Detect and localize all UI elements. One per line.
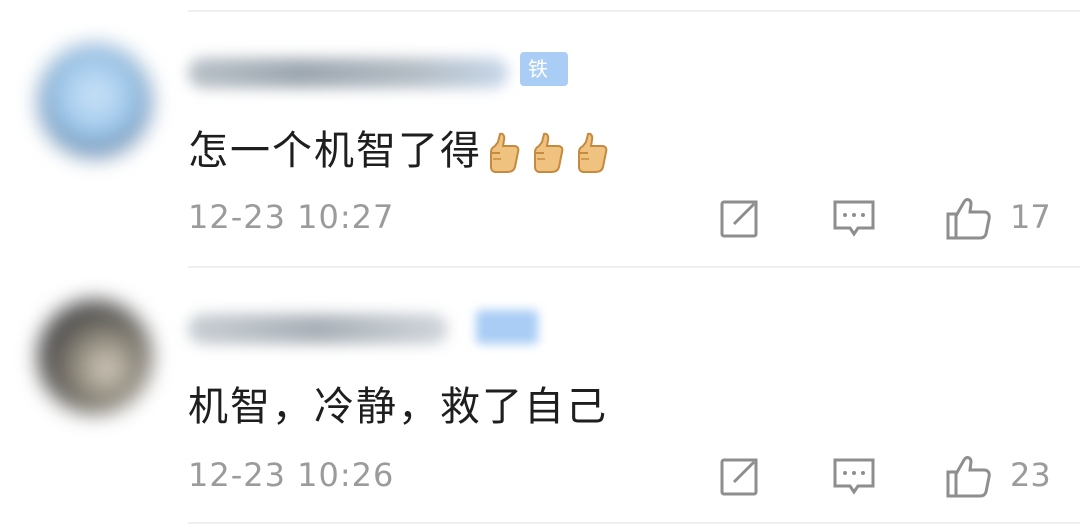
comment-text-content: 怎一个机智了得 (188, 128, 482, 174)
thumbs-up-emoji-icon (490, 132, 520, 173)
thumbs-up-emoji-icon (578, 132, 608, 173)
thumbs-up-icon[interactable] (944, 452, 992, 500)
bottom-divider (188, 522, 1080, 524)
emoji-row (486, 132, 610, 174)
share-icon[interactable] (718, 454, 762, 498)
share-icon[interactable] (718, 196, 762, 240)
fan-badge: 铁粉 (520, 52, 568, 115)
comment-time: 12-23 10:26 (188, 456, 395, 494)
comment-time: 12-23 10:27 (188, 198, 395, 236)
username-blurred[interactable] (188, 58, 508, 88)
fan-badge (476, 310, 538, 344)
top-divider (188, 10, 1080, 12)
comment-divider (188, 266, 1080, 268)
avatar[interactable] (38, 300, 152, 414)
avatar[interactable] (38, 44, 152, 158)
comment-text: 机智，冷静，救了自己 (188, 384, 608, 430)
like-count: 17 (1010, 198, 1051, 236)
username-blurred[interactable] (188, 314, 448, 344)
comment-icon[interactable] (832, 196, 876, 240)
like-count: 23 (1010, 456, 1051, 494)
thumbs-up-icon[interactable] (944, 194, 992, 242)
comment-icon[interactable] (832, 454, 876, 498)
thumbs-up-emoji-icon (534, 132, 564, 173)
comment-text: 怎一个机智了得 (188, 118, 610, 176)
